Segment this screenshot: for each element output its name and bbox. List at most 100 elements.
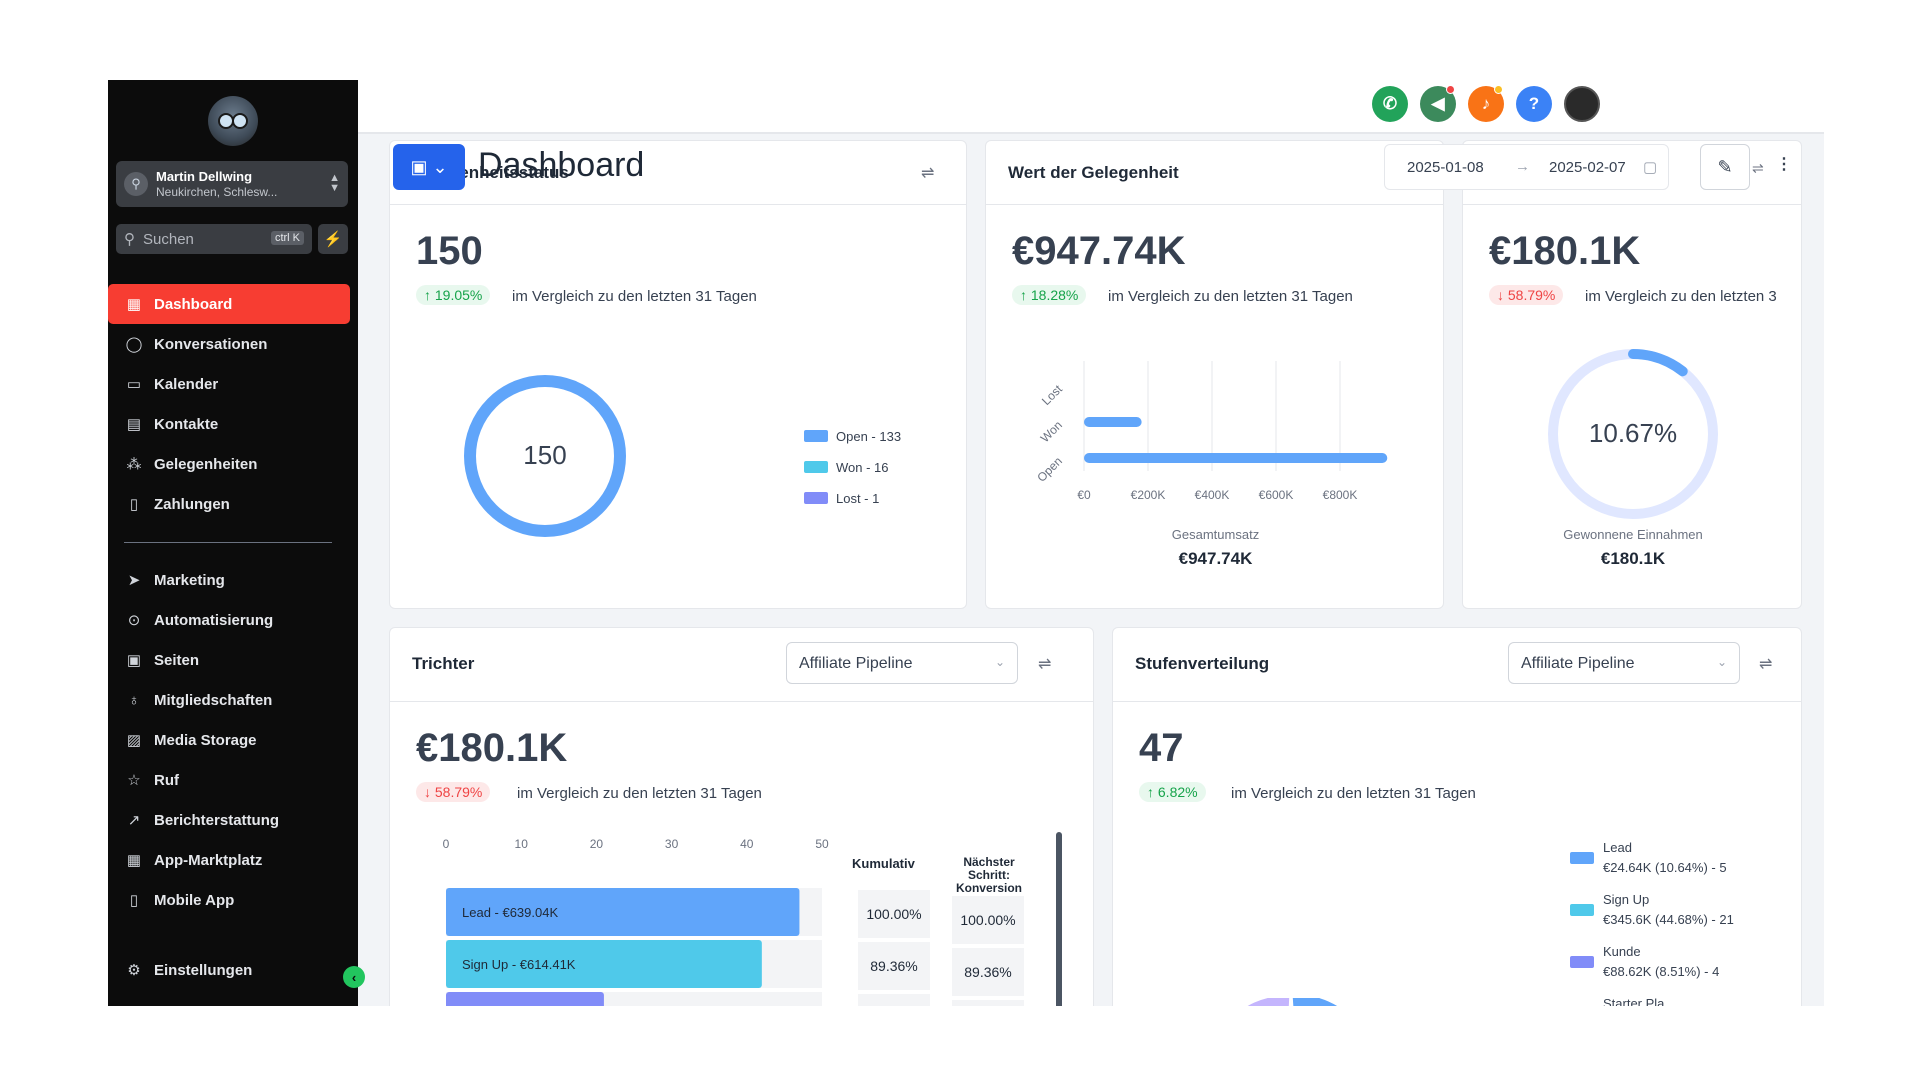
sidebar-item-conversations[interactable]: ◯ Konversationen	[108, 324, 358, 364]
sidebar-item-reputation[interactable]: ☆ Ruf	[108, 760, 358, 800]
phone-button[interactable]: ✆	[1372, 86, 1408, 122]
sidebar-item-label: Media Storage	[154, 731, 257, 749]
card-title: Stufenverteilung	[1135, 654, 1270, 673]
change-badge: ↑ 19.05%	[416, 285, 491, 305]
layout-icon: ▣ ⌄	[410, 156, 448, 177]
sidebar-item-media[interactable]: ▨ Media Storage	[108, 720, 358, 760]
sidebar-item-label: Automatisierung	[154, 611, 274, 629]
filter-icon[interactable]: ⇌	[1038, 654, 1051, 674]
sidebar-item-marketplace[interactable]: ▦ App-Marktplatz	[108, 840, 358, 880]
image-icon: ▨	[126, 732, 142, 749]
more-options-icon[interactable]: ⋮	[1776, 154, 1792, 174]
grid-icon: ▦	[126, 296, 142, 313]
card-header: Wert der Gelegenheit	[986, 141, 1443, 205]
search-icon: ⚲	[124, 231, 135, 248]
sidebar-item-memberships[interactable]: ♁ Mitgliedschaften	[108, 680, 358, 720]
legend-swatch-open	[804, 430, 828, 442]
x-tick-label: 30	[665, 837, 679, 851]
value-bar-chart: €0 €200K €400K €600K €800K Lost Won Open	[1034, 361, 1388, 502]
metric-value: 150	[416, 229, 483, 273]
sidebar-item-marketing[interactable]: ➤ Marketing	[108, 560, 358, 600]
filter-icon[interactable]: ⇌	[1759, 654, 1772, 674]
search-input[interactable]: ⚲ Suchen ctrl K	[116, 224, 312, 254]
compare-text: im Vergleich zu den letzten 31 Tagen	[517, 785, 762, 802]
card-header: Gelegenheitsstatus ⇌	[390, 141, 966, 205]
change-badge: ↓ 58.79%	[416, 782, 491, 802]
next-step-header: Nächster Schritt: Konversion	[955, 855, 1022, 895]
apps-icon: ▦	[126, 852, 142, 869]
dashboard-switcher-button[interactable]: ▣ ⌄	[393, 144, 465, 190]
sidebar-item-opportunities[interactable]: ⁂ Gelegenheiten	[108, 444, 358, 484]
card-title: Trichter	[412, 654, 475, 673]
receipt-icon: ▯	[129, 496, 139, 513]
x-tick-label: 20	[590, 837, 604, 851]
sidebar-item-automation[interactable]: ⊙ Automatisierung	[108, 600, 358, 640]
help-icon: ?	[1528, 94, 1540, 113]
legend-swatch-lost	[804, 492, 828, 504]
legend-label-open: Open - 133	[836, 429, 902, 444]
gauge-value: 10.67%	[1589, 418, 1677, 448]
pipeline-select[interactable]: Affiliate Pipeline ⌄	[786, 642, 1018, 684]
change-badge: ↓ 58.79%	[1489, 285, 1564, 305]
legend-label-lost: Lost - 1	[836, 491, 880, 506]
date-range-picker[interactable]: 2025-01-08 → 2025-02-07 ▢	[1384, 144, 1669, 190]
x-tick-label: €600K	[1259, 488, 1294, 502]
search-placeholder: Suchen	[143, 230, 194, 248]
next-step-cell: 89.36%	[952, 948, 1024, 996]
scrollbar[interactable]	[1056, 832, 1062, 1006]
network-icon: ⁂	[126, 456, 142, 473]
compare-text: im Vergleich zu den letzten 31 Tagen	[1231, 785, 1476, 802]
notification-dot	[1494, 85, 1503, 94]
sidebar-item-settings[interactable]: ⚙ Einstellungen	[108, 950, 358, 990]
change-value: 18.28%	[1030, 287, 1079, 303]
pipeline-select[interactable]: Affiliate Pipeline ⌄	[1508, 642, 1740, 684]
sidebar-item-dashboard[interactable]: ▦ Dashboard	[108, 284, 350, 324]
x-tick-label: €200K	[1131, 488, 1166, 502]
sidebar-item-reporting[interactable]: ↗ Berichterstattung	[108, 800, 358, 840]
phone-icon: ▯	[129, 892, 139, 909]
robot-logo	[208, 96, 258, 146]
legend-swatch-won	[804, 461, 828, 473]
quick-action-button[interactable]: ⚡	[318, 224, 348, 254]
x-tick-label: 50	[815, 837, 829, 851]
page-icon: ▣	[126, 652, 142, 669]
funnel-bar	[446, 992, 604, 1006]
footer-label: Gesamtumsatz	[1171, 527, 1260, 542]
user-avatar[interactable]	[1564, 86, 1600, 122]
filter-icon[interactable]: ⇌	[921, 163, 934, 183]
cumulative-cell: 100.00%	[858, 890, 930, 938]
x-tick-label: €400K	[1195, 488, 1230, 502]
y-category-label: Lost	[1039, 382, 1065, 408]
x-tick-label: €800K	[1323, 488, 1358, 502]
legend-detail-kunde: €88.62K (8.51%) - 4	[1603, 964, 1720, 979]
sidebar-item-payments[interactable]: ▯ Zahlungen	[108, 484, 358, 524]
cumulative-header: Kumulativ	[852, 856, 915, 871]
collapse-sidebar-button[interactable]: ‹	[343, 966, 365, 988]
filter-icon[interactable]: ⇌	[1752, 160, 1764, 177]
legend-label-kunde: Kunde	[1603, 944, 1641, 959]
account-switcher[interactable]: ⚲ Martin Dellwing Neukirchen, Schlesw...…	[116, 161, 348, 207]
sidebar-item-calendar[interactable]: ▭ Kalender	[108, 364, 358, 404]
send-icon: ➤	[127, 572, 141, 589]
funnel-bar-label: Sign Up - €614.41K	[462, 957, 576, 972]
sidebar-item-contacts[interactable]: ▤ Kontakte	[108, 404, 358, 444]
next-step-cell	[952, 1000, 1024, 1006]
edit-dashboard-button[interactable]: ✎	[1700, 144, 1750, 190]
account-location: Neukirchen, Schlesw...	[156, 184, 278, 199]
sidebar-item-label: Einstellungen	[154, 961, 253, 979]
legend-label-won: Won - 16	[836, 460, 889, 475]
footer-value: €180.1K	[1600, 549, 1666, 568]
trend-icon: ↗	[127, 812, 141, 829]
arrow-right-icon: →	[1515, 158, 1530, 175]
sidebar-item-mobile[interactable]: ▯ Mobile App	[108, 880, 358, 920]
top-bar: ✆ ◀ ♪ ?	[358, 80, 1824, 134]
help-button[interactable]: ?	[1516, 86, 1552, 122]
x-tick-label: 10	[515, 837, 529, 851]
select-value: Affiliate Pipeline	[799, 655, 913, 672]
megaphone-icon: ◀	[1431, 94, 1445, 113]
compare-text: im Vergleich zu den letzten 31 Tagen	[512, 288, 757, 305]
notifications-button[interactable]: ♪	[1468, 85, 1504, 122]
sidebar-item-sites[interactable]: ▣ Seiten	[108, 640, 358, 680]
gear-icon: ⚙	[127, 962, 141, 979]
announcements-button[interactable]: ◀	[1420, 85, 1456, 122]
